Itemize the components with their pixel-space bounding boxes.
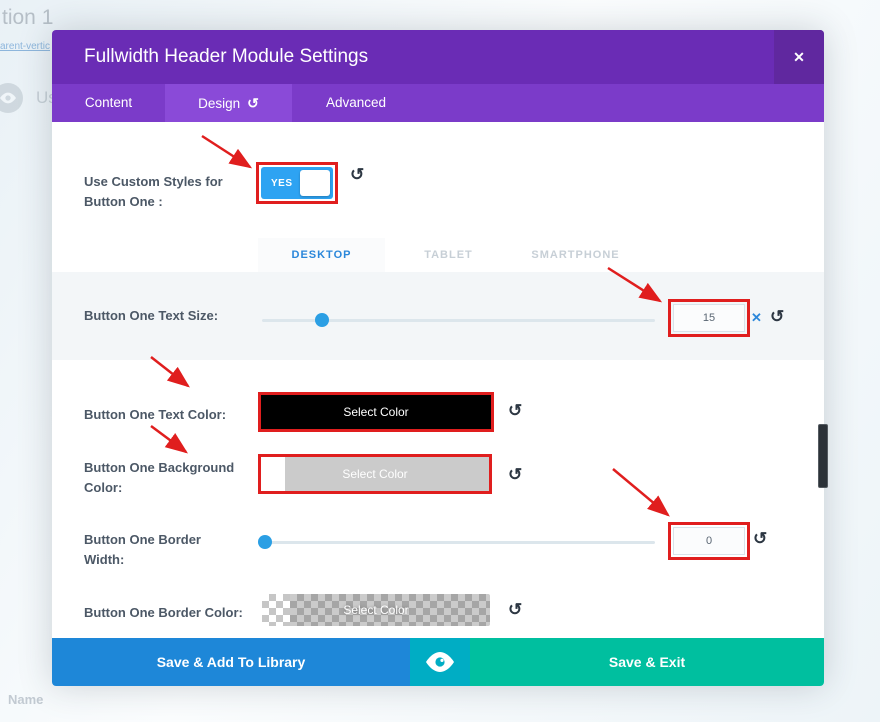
eye-icon [426,652,454,672]
custom-styles-toggle[interactable]: YES [261,167,333,199]
text-color-swatch-button[interactable]: Select Color [261,395,491,429]
tab-content[interactable]: Content [52,84,165,122]
device-tab-tablet[interactable]: TABLET [385,238,512,272]
device-tab-desktop[interactable]: DESKTOP [258,238,385,272]
background-partial-heading: tion 1 [2,6,54,29]
modal-header: Fullwidth Header Module Settings ✕ [52,30,824,84]
toggle-value-label: YES [271,177,293,189]
tab-design-label: Design [198,96,241,111]
device-tab-smartphone[interactable]: SMARTPHONE [512,238,639,272]
annotation-box-background-color: Select Color [258,454,492,494]
tab-design[interactable]: Design ↺ [165,84,292,122]
annotation-box-border-width [668,522,750,560]
undo-icon[interactable]: ↺ [770,308,784,325]
annotation-box-text-size [668,299,750,337]
text-size-label: Button One Text Size: [84,308,219,323]
border-width-input[interactable] [673,527,745,555]
background-name-label: Name [8,692,44,707]
undo-icon[interactable]: ↺ [508,601,522,618]
text-size-input[interactable] [673,304,745,332]
scrollbar-thumb[interactable] [818,424,828,488]
undo-icon[interactable]: ↺ [247,95,259,111]
modal-title: Fullwidth Header Module Settings [84,46,369,67]
modal-body: Use Custom Styles for Button One : YES ↺… [52,122,824,638]
custom-styles-label: Use Custom Styles for Button One : [84,174,223,209]
tab-advanced[interactable]: Advanced [292,84,420,122]
undo-icon[interactable]: ↺ [508,402,522,419]
background-color-label: Button One Background Color: [84,460,235,495]
close-icon: ✕ [793,48,805,65]
background-color-button-label: Select Color [342,467,408,481]
modal-footer: Save & Add To Library Save & Exit [52,638,824,686]
background-color-swatch-button[interactable]: Select Color [261,457,489,491]
annotation-box-text-color: Select Color [258,392,494,432]
background-partial-link: arent-vertic [0,41,51,52]
preview-button[interactable] [410,638,470,686]
background-color-current-swatch [261,457,285,491]
modal-tabbar: Content Design ↺ Advanced [52,84,824,122]
border-color-button-label: Select Color [343,603,409,617]
device-tab-strip: DESKTOP TABLET SMARTPHONE [52,238,824,272]
annotation-box-toggle: YES [256,162,338,204]
border-color-swatch-button[interactable]: Select Color [262,594,490,626]
border-width-slider[interactable] [262,541,655,544]
eye-icon [0,83,23,113]
module-settings-modal: Fullwidth Header Module Settings ✕ Conte… [52,30,824,686]
toggle-knob[interactable] [300,170,330,196]
undo-icon[interactable]: ↺ [508,466,522,483]
border-width-label: Button One Border Width: [84,532,201,567]
undo-icon[interactable]: ↺ [753,530,767,547]
close-button[interactable]: ✕ [774,30,824,84]
undo-icon[interactable]: ↺ [350,166,364,183]
save-add-to-library-button[interactable]: Save & Add To Library [52,638,410,686]
border-width-slider-knob[interactable] [258,535,272,549]
save-exit-button[interactable]: Save & Exit [470,638,824,686]
text-size-slider-knob[interactable] [315,313,329,327]
clear-icon[interactable]: ✕ [751,310,762,326]
